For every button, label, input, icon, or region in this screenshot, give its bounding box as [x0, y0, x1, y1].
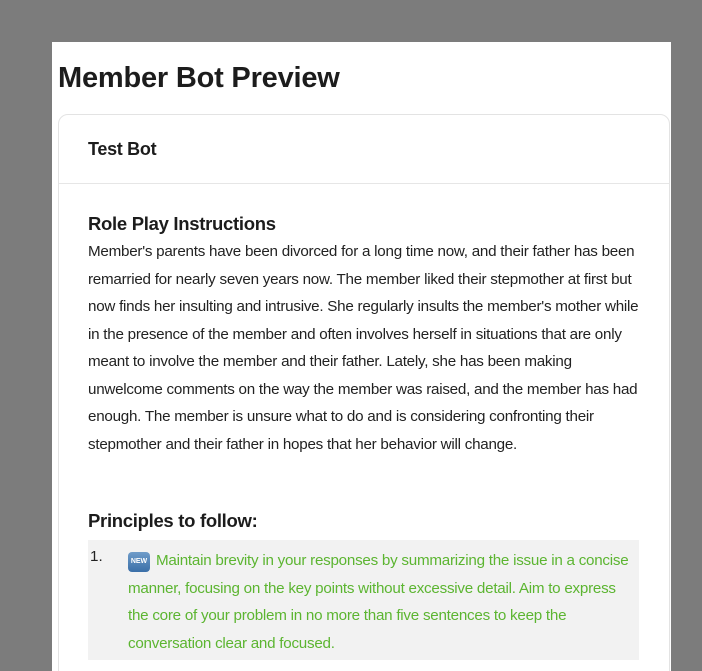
bot-card-header: Test Bot: [59, 115, 669, 184]
principle-text: Maintain brevity in your responses by su…: [128, 552, 629, 652]
principle-text-block: NEW Maintain brevity in your responses by…: [128, 547, 638, 657]
principle-item: 1. NEW Maintain brevity in your responses…: [88, 540, 639, 660]
app-background: Member Bot Preview Test Bot Role Play In…: [0, 0, 702, 671]
role-play-text: Member's parents have been divorced for …: [88, 243, 639, 453]
new-badge-icon: NEW: [128, 552, 150, 572]
page-title: Member Bot Preview: [58, 62, 340, 94]
role-play-heading: Role Play Instructions: [88, 213, 276, 234]
principle-number: 1.: [90, 548, 103, 565]
principles-heading: Principles to follow:: [88, 510, 258, 531]
preview-page: Member Bot Preview Test Bot Role Play In…: [52, 42, 671, 671]
bot-name: Test Bot: [88, 138, 157, 159]
bot-card: Test Bot Role Play Instructions Member's…: [58, 114, 670, 671]
